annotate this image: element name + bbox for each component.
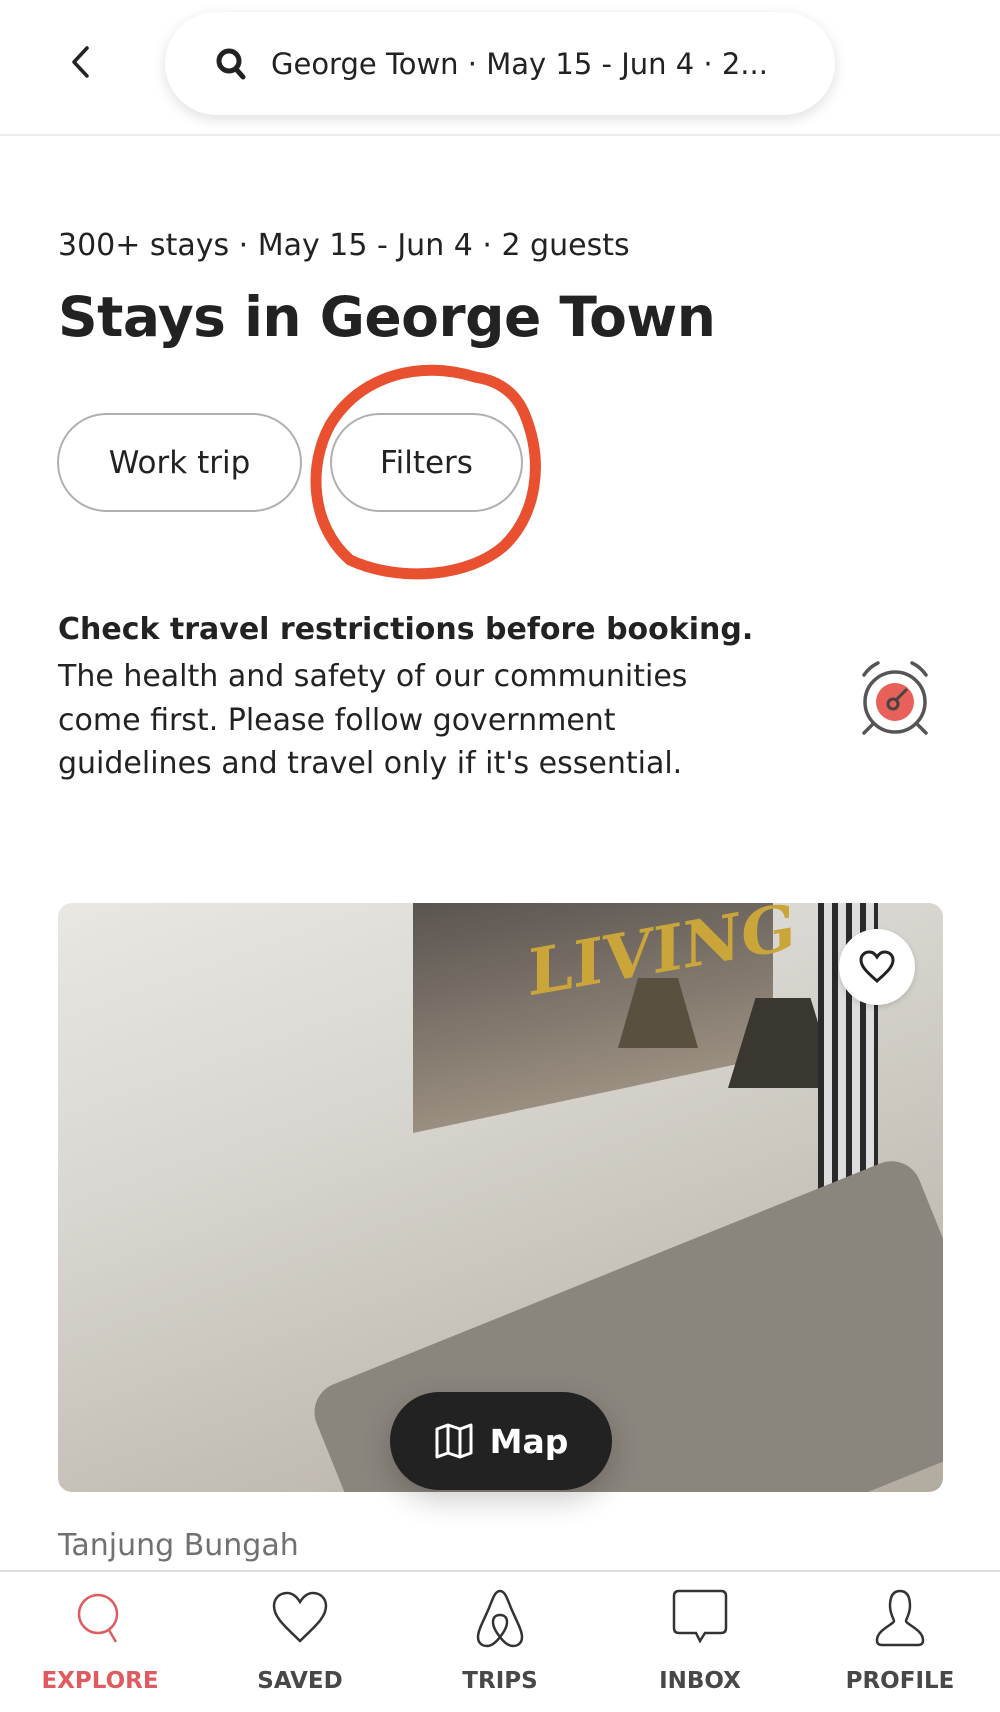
header-divider [0, 134, 1000, 136]
nav-label: INBOX [659, 1668, 741, 1694]
heart-icon [859, 950, 895, 984]
bottom-nav: EXPLORE SAVED TRIPS INBOX PROFILE [0, 1572, 1000, 1712]
filters-button[interactable]: Filters [330, 413, 523, 512]
nav-item-saved[interactable]: SAVED [200, 1572, 400, 1712]
search-summary: 300+ stays · May 15 - Jun 4 · 2 guests [58, 228, 630, 263]
nav-item-profile[interactable]: PROFILE [800, 1572, 1000, 1712]
heart-icon [272, 1591, 328, 1643]
listing-location: Tanjung Bungah [58, 1528, 299, 1563]
page-title: Stays in George Town [58, 285, 716, 349]
map-icon [435, 1423, 473, 1459]
work-trip-chip[interactable]: Work trip [57, 413, 302, 512]
search-text: George Town · May 15 - Jun 4 · 2... [271, 46, 768, 81]
user-icon [875, 1589, 925, 1647]
nav-item-trips[interactable]: TRIPS [400, 1572, 600, 1712]
map-button-label: Map [489, 1421, 569, 1461]
map-button[interactable]: Map [390, 1392, 612, 1490]
notice-heading: Check travel restrictions before booking… [58, 612, 754, 647]
nav-label: SAVED [257, 1668, 343, 1694]
alarm-clock-icon [862, 661, 928, 735]
nav-label: EXPLORE [41, 1668, 159, 1694]
search-icon [77, 1593, 119, 1643]
back-button[interactable] [62, 42, 102, 82]
chat-bubble-icon [672, 1589, 728, 1644]
airbnb-logo-icon [476, 1589, 524, 1648]
nav-label: PROFILE [845, 1668, 955, 1694]
nav-label: TRIPS [462, 1668, 538, 1694]
chevron-left-icon [72, 46, 89, 78]
nav-item-explore[interactable]: EXPLORE [0, 1572, 200, 1712]
search-icon [216, 48, 246, 79]
notice-body: The health and safety of our communities… [58, 659, 688, 781]
save-listing-button[interactable] [839, 929, 915, 1005]
search-bar[interactable]: George Town · May 15 - Jun 4 · 2... [165, 12, 835, 115]
nav-item-inbox[interactable]: INBOX [600, 1572, 800, 1712]
